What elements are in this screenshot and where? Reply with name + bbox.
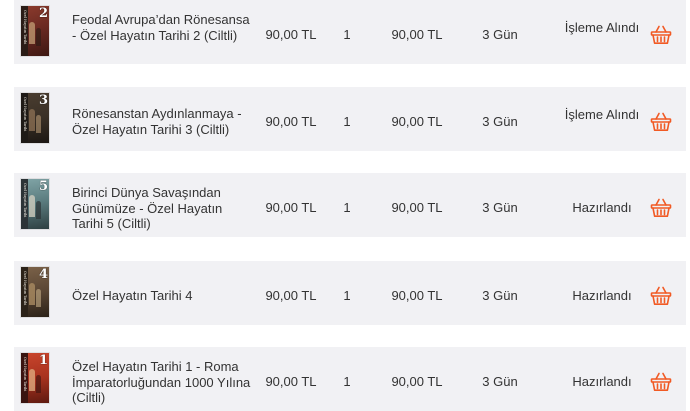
quantity: 1	[343, 114, 351, 129]
book-spine: Özel Hayatın Tarihi	[21, 353, 28, 403]
book-volume-number: 1	[38, 353, 48, 368]
book-volume-number: 4	[38, 267, 48, 282]
product-title[interactable]: Özel Hayatın Tarihi 4	[72, 288, 252, 304]
order-status: İşleme Alındı	[564, 20, 640, 35]
shipping-time: 3 Gün	[482, 114, 518, 129]
cover-figure	[29, 22, 35, 44]
cover-figure	[29, 283, 35, 305]
cover-figure	[29, 369, 35, 391]
line-total: 90,00 TL	[391, 374, 443, 389]
book-cover[interactable]: Özel Hayatın Tarihi 4	[21, 267, 49, 317]
shipping-time: 3 Gün	[482, 27, 518, 42]
basket-icon[interactable]	[650, 198, 672, 218]
unit-price: 90,00 TL	[265, 114, 317, 129]
book-spine-text: Özel Hayatın Tarihi	[23, 271, 27, 306]
basket-icon[interactable]	[650, 372, 672, 392]
unit-price: 90,00 TL	[265, 200, 317, 215]
quantity: 1	[343, 200, 351, 215]
basket-icon[interactable]	[650, 286, 672, 306]
line-total: 90,00 TL	[391, 114, 443, 129]
book-spine: Özel Hayatın Tarihi	[21, 93, 28, 143]
order-row: Özel Hayatın Tarihi 4 Özel Hayatın Tarih…	[14, 261, 686, 325]
cover-figure	[36, 375, 41, 393]
order-status: Hazırlandı	[572, 200, 632, 215]
order-row: Özel Hayatın Tarihi 2 Feodal Avrupa’dan …	[14, 0, 686, 64]
cover-figure	[36, 28, 41, 46]
book-cover[interactable]: Özel Hayatın Tarihi 5	[21, 179, 49, 229]
book-spine: Özel Hayatın Tarihi	[21, 267, 28, 317]
book-volume-number: 5	[38, 179, 48, 194]
quantity: 1	[343, 288, 351, 303]
quantity: 1	[343, 27, 351, 42]
product-title[interactable]: Özel Hayatın Tarihi 1 - Roma İmparatorlu…	[72, 359, 252, 406]
line-total: 90,00 TL	[391, 200, 443, 215]
book-cover[interactable]: Özel Hayatın Tarihi 3	[21, 93, 49, 143]
cover-figure	[36, 115, 41, 133]
order-status: Hazırlandı	[572, 288, 632, 303]
cover-figure	[36, 289, 41, 307]
book-spine-text: Özel Hayatın Tarihi	[23, 97, 27, 132]
basket-icon[interactable]	[650, 112, 672, 132]
unit-price: 90,00 TL	[265, 27, 317, 42]
basket-icon[interactable]	[650, 25, 672, 45]
order-status: İşleme Alındı	[564, 107, 640, 122]
unit-price: 90,00 TL	[265, 288, 317, 303]
order-status: Hazırlandı	[572, 374, 632, 389]
quantity: 1	[343, 374, 351, 389]
book-cover[interactable]: Özel Hayatın Tarihi 2	[21, 6, 49, 56]
book-spine-text: Özel Hayatın Tarihi	[23, 10, 27, 45]
cover-figure	[36, 201, 41, 219]
product-title[interactable]: Birinci Dünya Savaşından Günümüze - Özel…	[72, 185, 252, 232]
order-row: Özel Hayatın Tarihi 1 Özel Hayatın Tarih…	[14, 347, 686, 411]
book-spine-text: Özel Hayatın Tarihi	[23, 183, 27, 218]
unit-price: 90,00 TL	[265, 374, 317, 389]
product-title[interactable]: Rönesanstan Aydınlanmaya - Özel Hayatın …	[72, 106, 252, 137]
cover-figure	[29, 109, 35, 131]
shipping-time: 3 Gün	[482, 200, 518, 215]
book-cover[interactable]: Özel Hayatın Tarihi 1	[21, 353, 49, 403]
book-volume-number: 3	[38, 93, 48, 108]
shipping-time: 3 Gün	[482, 288, 518, 303]
line-total: 90,00 TL	[391, 288, 443, 303]
product-title[interactable]: Feodal Avrupa’dan Rönesansa - Özel Hayat…	[72, 12, 252, 43]
book-spine-text: Özel Hayatın Tarihi	[23, 357, 27, 392]
order-row: Özel Hayatın Tarihi 3 Rönesanstan Aydınl…	[14, 87, 686, 151]
book-volume-number: 2	[38, 6, 48, 21]
order-row: Özel Hayatın Tarihi 5 Birinci Dünya Sava…	[14, 173, 686, 237]
line-total: 90,00 TL	[391, 27, 443, 42]
shipping-time: 3 Gün	[482, 374, 518, 389]
cover-figure	[29, 195, 35, 217]
book-spine: Özel Hayatın Tarihi	[21, 179, 28, 229]
book-spine: Özel Hayatın Tarihi	[21, 6, 28, 56]
